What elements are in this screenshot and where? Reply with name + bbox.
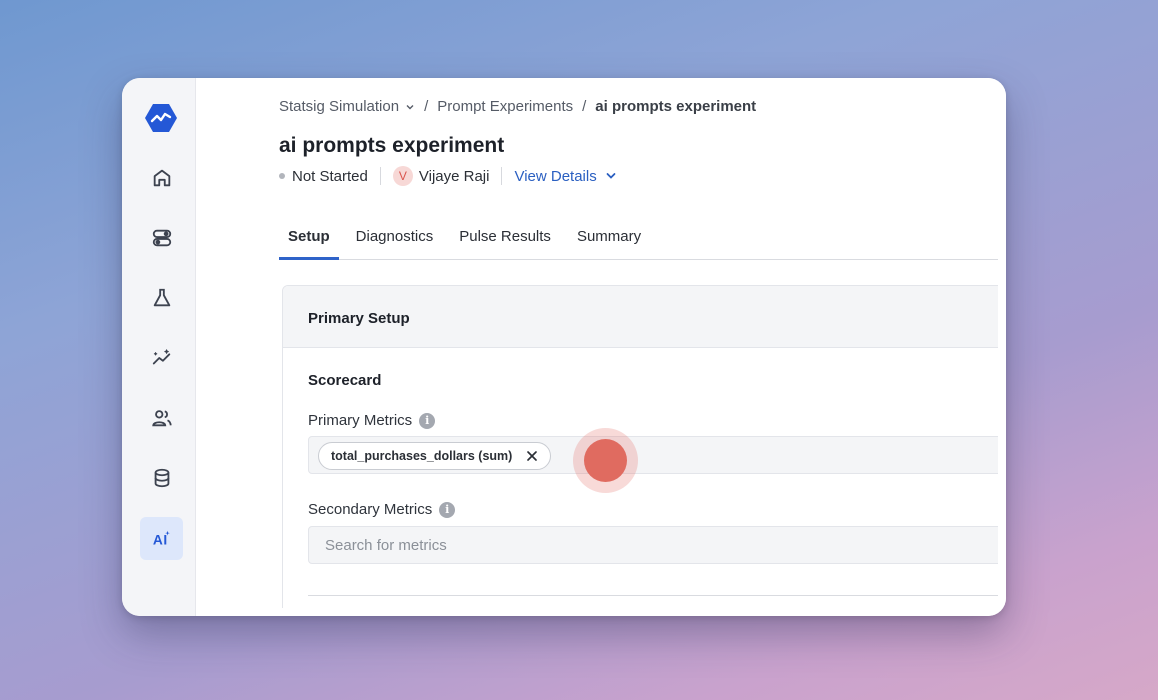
primary-metrics-input[interactable]: total_purchases_dollars (sum): [308, 436, 998, 474]
view-details-label: View Details: [514, 167, 597, 185]
breadcrumb-separator: /: [424, 98, 429, 115]
secondary-metrics-label: Secondary Metrics i: [308, 501, 456, 518]
tab-diagnostics[interactable]: Diagnostics: [347, 220, 443, 260]
breadcrumb-section[interactable]: Prompt Experiments: [437, 98, 573, 115]
breadcrumb: Statsig Simulation / Prompt Experiments …: [279, 98, 756, 115]
breadcrumb-current: ai prompts experiment: [595, 98, 757, 115]
sidebar-item-data[interactable]: [140, 456, 183, 499]
sidebar-item-home[interactable]: [140, 156, 183, 199]
toggle-icon: [152, 229, 171, 246]
breadcrumb-separator: /: [582, 98, 587, 115]
main-content: Statsig Simulation / Prompt Experiments …: [196, 78, 1006, 616]
chevron-down-icon[interactable]: [405, 102, 415, 112]
primary-metrics-label-text: Primary Metrics: [308, 412, 413, 429]
analytics-icon: [152, 348, 170, 364]
scorecard-title: Scorecard: [308, 372, 382, 389]
info-icon[interactable]: i: [439, 501, 456, 518]
metric-chip-label: total_purchases_dollars (sum): [331, 449, 513, 463]
sidebar-item-users[interactable]: [140, 396, 183, 439]
tab-pulse-results[interactable]: Pulse Results: [450, 220, 560, 260]
divider: [308, 595, 998, 596]
card-title: Primary Setup: [283, 286, 998, 348]
status-dot-icon: [279, 173, 285, 179]
statsig-logo-icon[interactable]: [144, 102, 178, 134]
database-icon: [154, 468, 169, 487]
status-badge: Not Started: [292, 167, 368, 185]
divider: [379, 167, 381, 185]
close-icon[interactable]: [526, 450, 538, 462]
svg-text:A: A: [152, 532, 162, 547]
tab-bar: Setup Diagnostics Pulse Results Summary: [279, 220, 998, 260]
sidebar-item-ai[interactable]: AI: [140, 517, 183, 560]
metric-chip: total_purchases_dollars (sum): [318, 442, 552, 470]
sidebar: AI: [122, 78, 196, 616]
tab-summary[interactable]: Summary: [568, 220, 650, 260]
chevron-down-icon: [606, 173, 616, 179]
owner-name: Vijaye Raji: [418, 167, 490, 185]
breadcrumb-project[interactable]: Statsig Simulation: [279, 98, 399, 115]
search-placeholder: Search for metrics: [325, 537, 447, 554]
tab-setup[interactable]: Setup: [279, 220, 339, 260]
users-icon: [151, 409, 172, 426]
primary-setup-card: Primary Setup Scorecard Primary Metrics …: [282, 285, 998, 608]
ai-icon: AI: [152, 530, 170, 547]
primary-metrics-label: Primary Metrics i: [308, 412, 436, 429]
view-details-button[interactable]: View Details: [514, 168, 616, 185]
experiment-meta: Not Started V Vijaye Raji View Details: [279, 166, 617, 186]
flask-icon: [153, 288, 170, 306]
page-title: ai prompts experiment: [279, 134, 505, 157]
avatar: V: [392, 166, 413, 186]
info-icon[interactable]: i: [419, 412, 436, 429]
secondary-metrics-label-text: Secondary Metrics: [308, 501, 433, 518]
sidebar-item-experiments[interactable]: [140, 276, 183, 319]
app-window: AI Statsig Simulation / Prompt Experimen…: [122, 78, 1006, 616]
sidebar-item-feature-gates[interactable]: [140, 216, 183, 259]
divider: [501, 167, 503, 185]
home-icon: [153, 169, 170, 186]
svg-text:I: I: [163, 532, 167, 547]
sidebar-item-analytics[interactable]: [140, 336, 183, 379]
click-indicator: [584, 439, 627, 482]
secondary-metrics-search-input[interactable]: Search for metrics: [308, 526, 998, 564]
